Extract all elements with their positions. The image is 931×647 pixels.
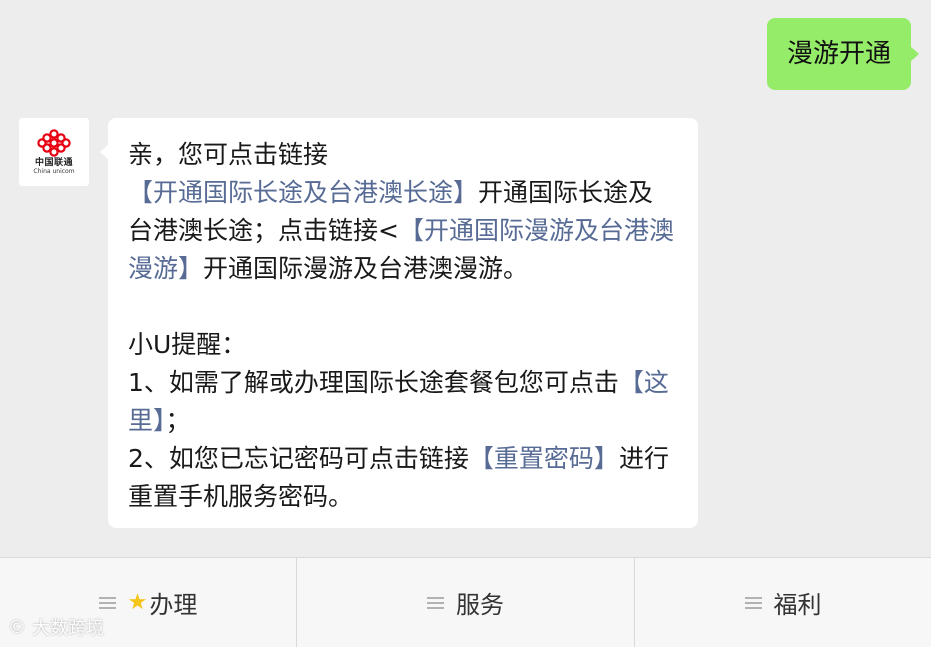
reminder-title: 小U提醒： [128, 330, 247, 359]
menu-item-label: 福利 [773, 591, 822, 619]
menu-lines-icon [98, 596, 116, 610]
outgoing-message-bubble[interactable]: 漫游开通 [766, 18, 920, 90]
message-text: 1、如需了解或办理国际长途套餐包您可点击 [128, 368, 619, 397]
watermark-text: 大数跨境 [32, 618, 104, 639]
reminder-item-1: 1、如需了解或办理国际长途套餐包您可点击【这里】； [128, 364, 678, 440]
china-unicom-logo-icon [37, 128, 71, 157]
reminder-item-2: 2、如您已忘记密码可点击链接【重置密码】进行重置手机服务密码。 [128, 440, 678, 516]
bottom-menu: ★ 办理 服务 福利 [0, 557, 931, 647]
menu-item-benefits[interactable]: 福利 [635, 558, 931, 647]
watermark: © 大数跨境 [8, 614, 104, 640]
menu-item-service[interactable]: 服务 [297, 558, 635, 647]
menu-lines-icon [744, 596, 762, 610]
menu-item-label: 办理 [149, 591, 198, 619]
message-text: 开通国际漫游及台港澳漫游。 [203, 254, 529, 283]
link-open-intl-long-distance[interactable]: 【开通国际长途及台港澳长途】 [128, 178, 478, 207]
china-unicom-avatar[interactable]: 中国联通 China unicom [19, 118, 89, 186]
star-icon: ★ [127, 590, 148, 615]
avatar-brand-cn: 中国联通 [34, 157, 73, 168]
outgoing-message-text: 漫游开通 [786, 39, 891, 69]
avatar-brand-en: China unicom [33, 167, 75, 175]
message-paragraph-1: 亲，您可点击链接【开通国际长途及台港澳长途】开通国际长途及台港澳长途；点击链接<… [128, 136, 678, 288]
menu-lines-icon [427, 596, 444, 610]
link-reset-password[interactable]: 【重置密码】 [469, 444, 619, 473]
message-text: 2、如您已忘记密码可点击链接 [128, 444, 469, 473]
chat-area: 漫游开通 中国联通 China unicom 亲，您可点击链接【开通国际长途及台… [0, 0, 931, 557]
watermark-logo-icon: © [8, 616, 26, 638]
message-text: ； [165, 406, 191, 435]
menu-item-label: 服务 [456, 591, 504, 619]
incoming-message-bubble: 亲，您可点击链接【开通国际长途及台港澳长途】开通国际长途及台港澳长途；点击链接<… [100, 118, 698, 528]
message-text: 亲，您可点击链接 [128, 140, 329, 169]
